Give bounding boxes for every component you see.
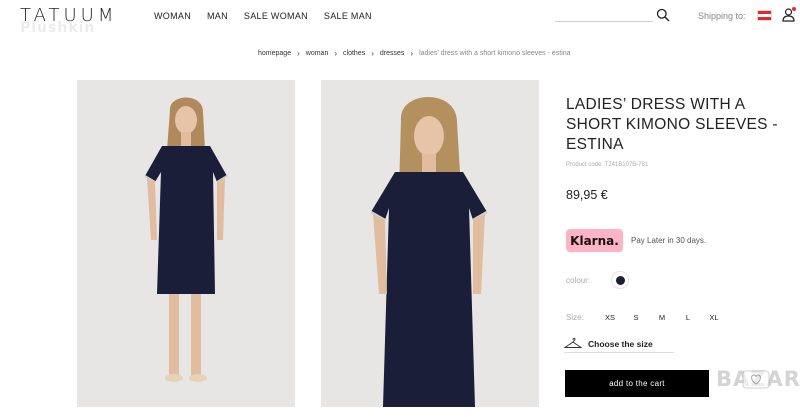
notification-dot [792, 7, 796, 11]
breadcrumb-woman[interactable]: woman [306, 50, 329, 57]
size-option-m[interactable]: M [649, 313, 675, 322]
add-to-cart-button[interactable]: add to the cart [565, 370, 709, 397]
heart-tag-icon [742, 370, 770, 389]
product-photo-front[interactable] [77, 80, 295, 407]
chevron-right-icon: › [371, 49, 374, 58]
chevron-right-icon: › [410, 49, 414, 58]
nav-sale-woman[interactable]: SALE WOMAN [244, 11, 308, 21]
size-option-xl[interactable]: XL [701, 313, 727, 322]
size-options: XS S M L XL [597, 313, 727, 322]
country-flag-icon[interactable] [757, 10, 772, 21]
nav-man[interactable]: MAN [207, 11, 228, 21]
model-illustration [144, 97, 228, 382]
product-title: LADIES’ DRESS WITH A SHORT KIMONO SLEEVE… [566, 96, 778, 153]
size-label: Size: [566, 313, 584, 322]
breadcrumb-current: ladies’ dress with a short kimono sleeve… [419, 50, 571, 57]
product-photo-closeup[interactable] [321, 80, 539, 407]
breadcrumb-homepage[interactable]: homepage [258, 50, 291, 57]
product-code: Product code: T241B107B-781 [566, 162, 649, 168]
hanger-icon [564, 337, 582, 348]
chevron-right-icon: › [297, 49, 300, 58]
nav-woman[interactable]: WOMAN [154, 11, 191, 21]
choose-size-link[interactable]: Choose the size [588, 339, 653, 349]
search-input[interactable] [555, 21, 653, 22]
klarna-logo[interactable]: Klarna. [566, 229, 623, 252]
breadcrumb: homepage › woman › clothes › dresses › l… [258, 49, 571, 58]
plushkin-watermark: Plushkin [20, 20, 96, 36]
breadcrumb-dresses[interactable]: dresses [380, 50, 405, 57]
colour-swatch-navy [615, 275, 625, 285]
size-option-l[interactable]: L [675, 313, 701, 322]
product-price: 89,95 € [566, 188, 608, 202]
search-icon[interactable] [656, 8, 670, 22]
size-option-s[interactable]: S [623, 313, 649, 322]
model-closeup-illustration [370, 97, 488, 407]
flag-stripe-bottom [758, 16, 771, 20]
klarna-text: Pay Later in 30 days. [631, 236, 707, 245]
size-option-xs[interactable]: XS [597, 313, 623, 322]
shipping-label: Shipping to: [698, 11, 746, 21]
choose-size-divider [564, 352, 674, 353]
colour-label: colour: [566, 276, 591, 285]
main-nav: WOMAN MAN SALE WOMAN SALE MAN [154, 11, 372, 21]
colour-swatch-selected[interactable] [611, 271, 629, 289]
nav-sale-man[interactable]: SALE MAN [324, 11, 372, 21]
breadcrumb-clothes[interactable]: clothes [343, 50, 365, 57]
site-header: TATUUM Plushkin WOMAN MAN SALE WOMAN SAL… [0, 0, 800, 36]
chevron-right-icon: › [334, 49, 338, 58]
